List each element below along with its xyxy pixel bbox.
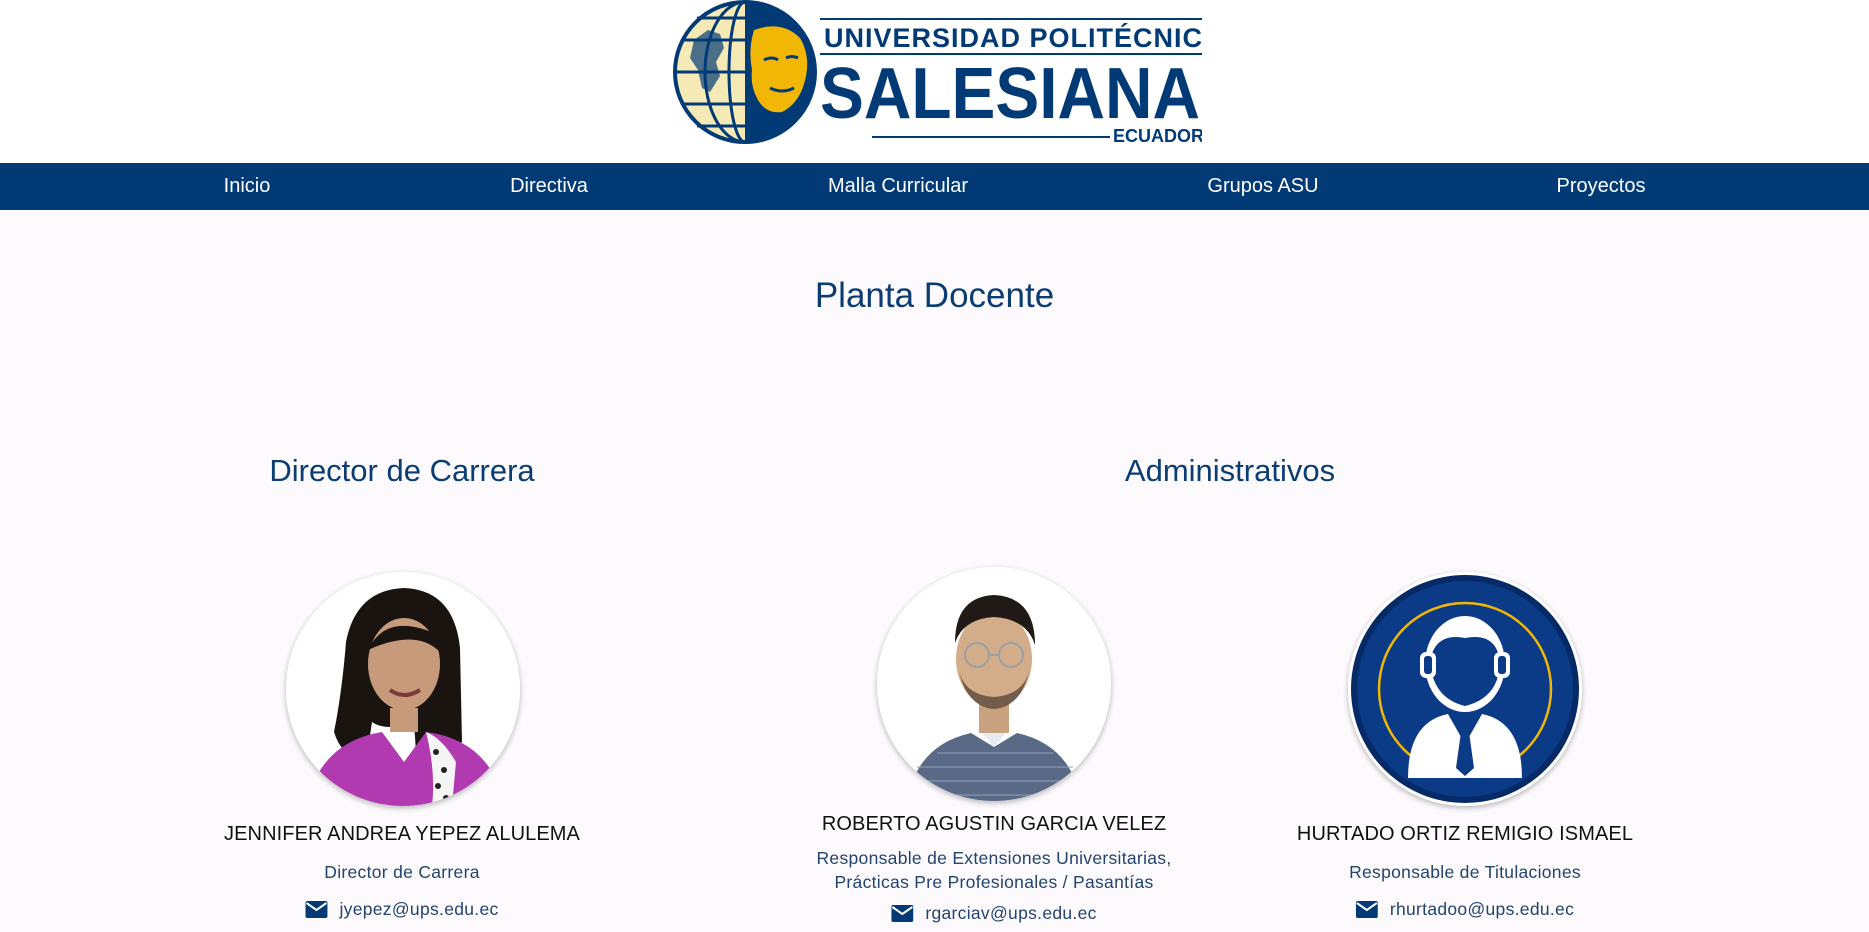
logo-line1: UNIVERSIDAD POLITÉCNICA <box>824 22 1202 53</box>
logo-line3: ECUADOR <box>1113 126 1202 146</box>
nav-item-grupos-asu[interactable]: Grupos ASU <box>1207 163 1318 210</box>
email-link-roberto-garcia[interactable]: rgarciav@ups.edu.ec <box>925 903 1096 924</box>
university-logo[interactable]: UNIVERSIDAD POLITÉCNICA SALESIANA ECUADO… <box>672 0 1202 148</box>
main-navbar: Inicio Directiva Malla Curricular Grupos… <box>0 163 1869 210</box>
role-line: Director de Carrera <box>324 862 480 882</box>
section-title-director: Director de Carrera <box>269 453 535 488</box>
person-name-hurtado-ortiz: HURTADO ORTIZ REMIGIO ISMAEL <box>1296 823 1634 845</box>
avatar-roberto-garcia <box>877 567 1111 801</box>
person-role-jennifer-yepez: Director de Carrera <box>324 860 479 884</box>
nav-item-inicio[interactable]: Inicio <box>224 163 271 210</box>
logo-graphic: UNIVERSIDAD POLITÉCNICA SALESIANA ECUADO… <box>673 0 1202 146</box>
section-title-administrativos: Administrativos <box>1124 453 1336 488</box>
mail-icon <box>1355 901 1378 918</box>
role-line: Responsable de Titulaciones <box>1349 862 1581 882</box>
role-line: Prácticas Pre Profesionales / Pasantías <box>834 872 1154 892</box>
nav-item-directiva[interactable]: Directiva <box>510 163 588 210</box>
avatar-hurtado-ortiz <box>1348 572 1582 806</box>
person-role-roberto-garcia: Responsable de Extensiones Universitaria… <box>816 846 1171 894</box>
email-link-hurtado-ortiz[interactable]: rhurtadoo@ups.edu.ec <box>1390 899 1574 920</box>
email-row-roberto-garcia: rgarciav@ups.edu.ec <box>891 903 1096 924</box>
avatar-jennifer-yepez <box>286 572 520 806</box>
email-link-jennifer-yepez[interactable]: jyepez@ups.edu.ec <box>339 899 498 920</box>
logo-line2: SALESIANA <box>820 54 1200 134</box>
email-row-hurtado-ortiz: rhurtadoo@ups.edu.ec <box>1355 899 1574 920</box>
person-name-roberto-garcia: ROBERTO AGUSTIN GARCIA VELEZ <box>821 813 1167 835</box>
mail-icon <box>891 905 914 922</box>
nav-item-malla-curricular[interactable]: Malla Curricular <box>828 163 968 210</box>
email-row-jennifer-yepez: jyepez@ups.edu.ec <box>305 899 498 920</box>
person-role-hurtado-ortiz: Responsable de Titulaciones <box>1349 860 1581 884</box>
site-header: UNIVERSIDAD POLITÉCNICA SALESIANA ECUADO… <box>0 0 1869 163</box>
nav-item-proyectos[interactable]: Proyectos <box>1557 163 1646 210</box>
page-title: Planta Docente <box>814 276 1055 315</box>
role-line: Responsable de Extensiones Universitaria… <box>816 848 1172 868</box>
person-name-jennifer-yepez: JENNIFER ANDREA YEPEZ ALULEMA <box>224 823 580 845</box>
mail-icon <box>305 901 328 918</box>
